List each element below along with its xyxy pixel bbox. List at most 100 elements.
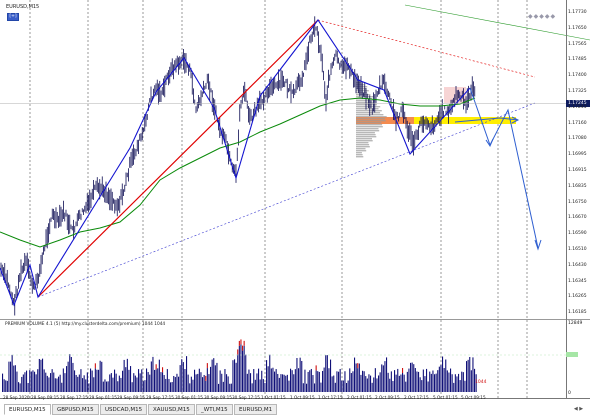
- volume-bar: [470, 370, 472, 392]
- price-label: 1.16510: [568, 247, 587, 252]
- volume-bar: [112, 377, 114, 392]
- volume-bar: [342, 380, 344, 392]
- volume-bar: [234, 359, 236, 392]
- volume-bar: [173, 375, 175, 392]
- volume-bar: [126, 358, 128, 392]
- volume-bar: [64, 373, 66, 392]
- price-label: 1.16430: [568, 262, 587, 268]
- price-label: 1.17160: [568, 120, 587, 126]
- volume-bar: [80, 369, 82, 392]
- price-label: 1.17485: [568, 57, 587, 63]
- profile-bar: [356, 110, 382, 112]
- symbol-title: EURUSD,M15: [6, 4, 40, 10]
- volume-bar: [386, 357, 388, 392]
- volume-bar: [354, 357, 356, 392]
- volume-bar: [198, 368, 200, 392]
- volume-bar: [139, 373, 141, 392]
- volume-bar: [192, 379, 194, 392]
- volume-bar: [237, 354, 239, 392]
- volume-bar: [310, 368, 312, 392]
- volume-bar: [141, 369, 143, 392]
- volume-bar: [110, 373, 112, 392]
- volume-bar: [227, 376, 229, 392]
- volume-bar: [264, 382, 266, 392]
- volume-bar: [58, 376, 60, 392]
- tab--wti-m15[interactable]: _WTI,M15: [196, 404, 233, 415]
- volume-bar: [106, 381, 108, 392]
- tab-scroll-icons[interactable]: ◀ ▶: [567, 404, 590, 415]
- volume-bar: [99, 360, 101, 392]
- volume-bar: [224, 369, 226, 392]
- volume-bar: [416, 371, 418, 392]
- volume-bar: [122, 370, 124, 392]
- volume-bar: [278, 377, 280, 392]
- volume-bar: [93, 377, 95, 392]
- volume-bar: [120, 377, 122, 392]
- one-click-trading-button[interactable]: [+]: [7, 13, 19, 21]
- volume-spike: [94, 363, 96, 369]
- volume-bar: [205, 380, 207, 392]
- tab-usdcad-m15[interactable]: USDCAD,M15: [100, 404, 148, 415]
- volume-bar: [232, 360, 234, 392]
- time-label: 1 Oct 01:15: [261, 395, 286, 400]
- volume-bar: [14, 365, 16, 392]
- volume-bar: [314, 383, 316, 392]
- time-label: 1 Oct 09:15: [290, 395, 315, 400]
- volume-bar: [160, 372, 162, 392]
- volume-bar: [96, 369, 98, 392]
- volume-bar: [195, 374, 197, 392]
- volume-bar: [131, 382, 133, 392]
- volume-bar: [437, 370, 439, 392]
- volume-bar: [445, 359, 447, 392]
- volume-bar: [128, 369, 130, 392]
- volume-bar: [168, 378, 170, 392]
- volume-bar: [256, 373, 258, 392]
- volume-bar: [251, 383, 253, 392]
- volume-bar: [371, 382, 373, 392]
- volume-bar: [312, 375, 314, 392]
- volume-bar: [285, 375, 287, 392]
- volume-bar: [320, 382, 322, 392]
- volume-bar: [408, 368, 410, 392]
- volume-bar: [446, 370, 448, 392]
- volume-bar: [458, 373, 460, 392]
- chart-canvas[interactable]: [0, 0, 590, 416]
- tab-xauusd-m15[interactable]: XAUUSD,M15: [148, 404, 195, 415]
- volume-bar: [91, 370, 93, 392]
- volume-bar: [101, 361, 103, 392]
- volume-bar: [211, 359, 213, 392]
- volume-bar: [322, 370, 324, 392]
- volume-bar: [258, 368, 260, 392]
- time-label: 29 Sep 09:15: [117, 395, 145, 400]
- volume-bar: [426, 368, 428, 392]
- volume-bar: [259, 379, 261, 392]
- volume-bar: [304, 369, 306, 392]
- tab-eurusd-m1[interactable]: EURUSD,M1: [234, 404, 278, 415]
- volume-bar: [34, 371, 36, 392]
- volume-bar: [149, 374, 151, 392]
- volume-bar: [45, 372, 47, 392]
- volume-bar: [35, 374, 37, 392]
- tab-gbpusd-m15[interactable]: GBPUSD,M15: [52, 404, 99, 415]
- volume-bar: [382, 365, 384, 392]
- volume-bar: [62, 368, 64, 392]
- volume-bar: [176, 373, 178, 392]
- volume-bar: [174, 377, 176, 392]
- volume-bar: [21, 376, 23, 392]
- volume-bar: [450, 368, 452, 392]
- volume-bar: [136, 377, 138, 392]
- volume-bar: [218, 383, 220, 392]
- volume-bar: [134, 375, 136, 392]
- tab-eurusd-m15[interactable]: EURUSD,M15: [4, 404, 51, 415]
- volume-bar: [250, 373, 252, 392]
- volume-bar: [410, 362, 412, 392]
- volume-spike: [357, 363, 359, 369]
- volume-bar: [421, 380, 423, 392]
- profile-bar: [356, 128, 379, 130]
- volume-bar: [306, 383, 308, 392]
- volume-bar: [434, 374, 436, 392]
- object-tools-icons[interactable]: ◆◆◆◆◆: [528, 13, 556, 20]
- volume-bar: [384, 361, 386, 392]
- volume-bar: [400, 374, 402, 392]
- profile-bar: [356, 136, 377, 138]
